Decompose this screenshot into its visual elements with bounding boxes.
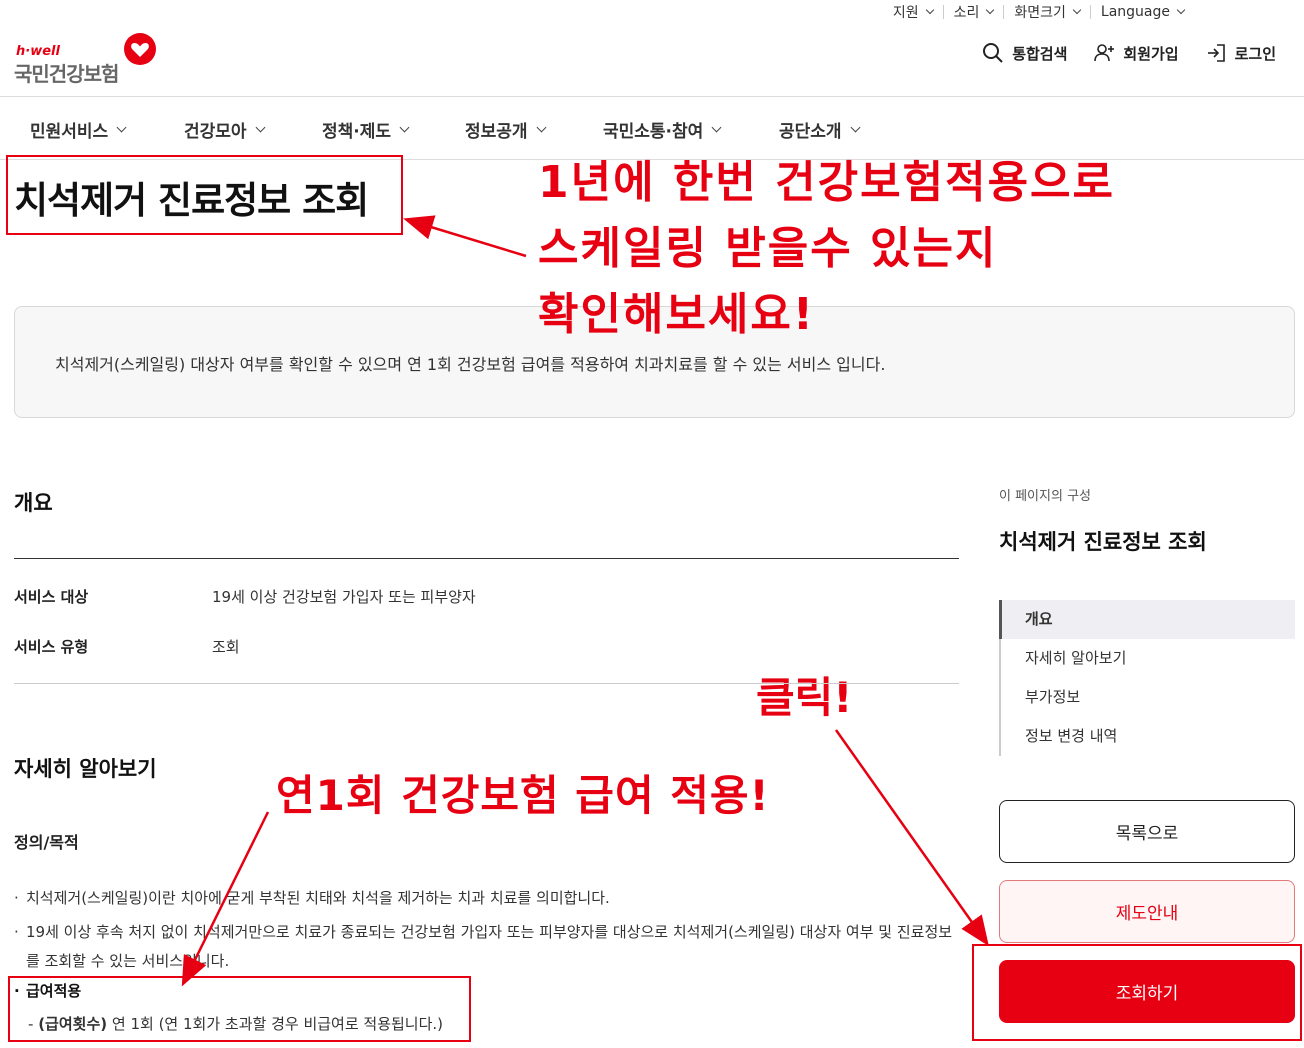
service-type-value: 조회 [212,638,240,656]
bullet-text: 19세 이상 후속 처지 없이 치석제거만으로 치료가 종료되는 건강보험 가입… [26,923,953,970]
search-label: 통합검색 [1012,44,1068,63]
sound-menu[interactable]: 소리 [944,2,1004,22]
login-button[interactable]: 로그인 [1205,42,1276,64]
chevron-down-icon [925,5,934,15]
table-of-contents: 개요 자세히 알아보기 부가정보 정보 변경 내역 [999,600,1295,756]
signup-button[interactable]: 회원가입 [1093,42,1179,64]
chevron-down-icon [986,5,995,15]
nav-label: 국민소통·참여 [603,122,704,142]
nav-participation[interactable]: 국민소통·참여 [603,117,722,142]
chevron-down-icon [116,122,127,133]
sound-label: 소리 [953,5,980,21]
toc-item-details[interactable]: 자세히 알아보기 [1001,639,1295,678]
list-item: · 19세 이상 후속 처지 없이 치석제거만으로 치료가 종료되는 건강보험 … [14,918,954,976]
annotation-main: 1년에 한번 건강보험적용으로 스케일링 받을수 있는지 확인해보세요! [538,150,1115,348]
title-highlight-box [6,155,403,235]
nav-label: 건강모아 [184,122,247,142]
divider [14,558,959,559]
chevron-down-icon [1176,5,1186,15]
bullet-text: 치석제거(스케일링)이란 치아에 굳게 부착된 치태와 치석을 제거하는 치과 … [26,889,610,907]
chevron-down-icon [1072,5,1082,15]
nav-info[interactable]: 정보공개 [465,117,547,142]
chevron-down-icon [536,122,547,133]
screen-size-label: 화면크기 [1014,5,1066,21]
login-label: 로그인 [1234,44,1276,63]
intro-text: 치석제거(스케일링) 대상자 여부를 확인할 수 있으며 연 1회 건강보험 급… [55,355,886,374]
user-plus-icon [1094,44,1115,62]
header-actions: 통합검색 회원가입 로그인 [982,42,1276,64]
divider [14,683,959,684]
screen-size-menu[interactable]: 화면크기 [1004,2,1090,22]
chevron-down-icon [399,122,410,133]
service-target-value: 19세 이상 건강보험 가입자 또는 피부양자 [212,588,476,606]
heart-icon [124,33,156,65]
benefit-highlight-box [8,976,471,1042]
annotation-line2: 스케일링 받을수 있는지 [538,223,998,274]
toc-item-history[interactable]: 정보 변경 내역 [1001,717,1295,756]
overview-heading: 개요 [14,491,53,515]
support-menu[interactable]: 지원 [883,2,943,22]
language-label: Language [1100,4,1170,20]
nav-label: 공단소개 [779,122,842,142]
annotation-benefit: 연1회 건강보험 급여 적용! [276,771,770,820]
service-type-label: 서비스 유형 [14,638,89,656]
guide-button[interactable]: 제도안내 [999,880,1295,943]
nav-health[interactable]: 건강모아 [184,117,266,142]
service-target-label: 서비스 대상 [14,588,89,606]
logo-brand: h·well [16,44,60,59]
nav-about[interactable]: 공단소개 [779,117,861,142]
nav-label: 민원서비스 [30,122,109,142]
bullet-dot: · [14,923,19,941]
definition-heading: 정의/목적 [14,833,79,852]
aside-caption: 이 페이지의 구성 [999,489,1091,504]
list-button[interactable]: 목록으로 [999,800,1295,863]
site-logo[interactable]: h·well 국민건강보험 [14,32,164,86]
bullet-dot: · [14,889,19,907]
utility-bar: 지원 소리 화면크기 Language [883,2,1194,22]
nav-label: 정책·제도 [322,122,392,142]
nav-policy[interactable]: 정책·제도 [322,117,410,142]
arrow-to-title [403,215,527,258]
aside-title: 치석제거 진료정보 조회 [999,530,1207,554]
details-heading: 자세히 알아보기 [14,757,157,781]
search-button[interactable]: 통합검색 [982,42,1067,64]
list-item: · 치석제거(스케일링)이란 치아에 굳게 부착된 치태와 치석을 제거하는 치… [14,884,954,913]
toc-item-extra-info[interactable]: 부가정보 [1001,678,1295,717]
chevron-down-icon [850,122,861,133]
toc-item-overview[interactable]: 개요 [999,600,1295,639]
search-icon [983,43,1003,63]
logo-name: 국민건강보험 [14,62,119,86]
nav-label: 정보공개 [465,122,528,142]
signup-label: 회원가입 [1123,44,1179,63]
nav-civil-service[interactable]: 민원서비스 [30,117,127,142]
annotation-click: 클릭! [756,673,853,722]
language-menu[interactable]: Language [1091,2,1194,22]
query-highlight-box [972,944,1302,1041]
annotation-line3: 확인해보세요! [538,289,815,340]
login-icon [1207,44,1225,62]
support-label: 지원 [892,5,919,21]
chevron-down-icon [255,122,266,133]
annotation-line1: 1년에 한번 건강보험적용으로 [538,157,1116,208]
chevron-down-icon [711,122,722,133]
